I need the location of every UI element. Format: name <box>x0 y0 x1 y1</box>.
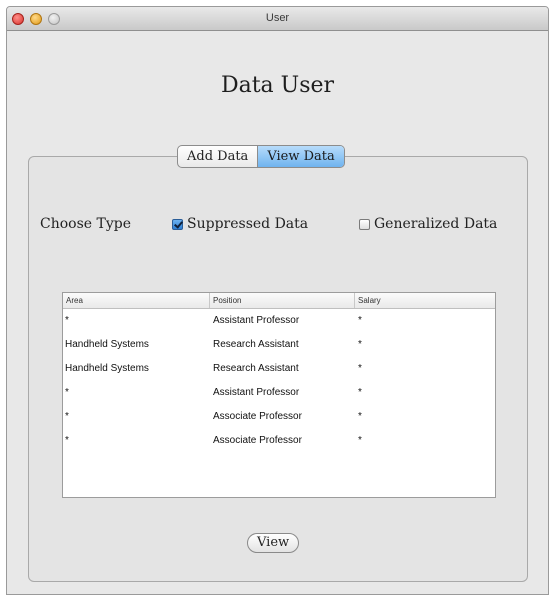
title-bar[interactable]: User <box>7 7 548 31</box>
cell-position: Assistant Professor <box>213 315 300 326</box>
cell-salary: * <box>358 435 362 446</box>
cell-area: * <box>65 435 69 446</box>
column-header-area[interactable]: Area <box>63 293 210 308</box>
table-row[interactable]: * Assistant Professor * <box>63 309 495 333</box>
generalized-data-checkbox[interactable] <box>359 218 370 230</box>
cell-salary: * <box>358 339 362 350</box>
cell-position: Associate Professor <box>213 411 302 422</box>
page-title: Data User <box>220 73 335 98</box>
cell-position: Research Assistant <box>213 363 299 374</box>
column-header-position[interactable]: Position <box>210 293 355 308</box>
column-header-salary[interactable]: Salary <box>355 293 495 308</box>
window-title: User <box>265 12 290 24</box>
cell-salary: * <box>358 411 362 422</box>
cell-position: Research Assistant <box>213 339 299 350</box>
generalized-data-label[interactable]: Generalized Data <box>374 216 497 232</box>
cell-position: Assistant Professor <box>213 387 300 398</box>
cell-area: * <box>65 315 69 326</box>
table-row[interactable]: * Assistant Professor * <box>63 381 495 405</box>
tab-view-data[interactable]: View Data <box>258 146 344 167</box>
cell-area: * <box>65 411 69 422</box>
cell-salary: * <box>358 315 362 326</box>
table-header: Area Position Salary <box>63 293 495 309</box>
tab-add-data[interactable]: Add Data <box>178 146 259 167</box>
table-row[interactable]: Handheld Systems Research Assistant * <box>63 357 495 381</box>
cell-area: Handheld Systems <box>65 339 149 350</box>
data-table[interactable]: Area Position Salary * Assistant Profess… <box>62 292 496 498</box>
suppressed-data-checkbox[interactable] <box>172 218 183 230</box>
cell-area: Handheld Systems <box>65 363 149 374</box>
generalized-data-option[interactable]: Generalized Data <box>359 216 497 232</box>
cell-position: Associate Professor <box>213 435 302 446</box>
tab-bar: Add Data View Data <box>177 145 345 168</box>
cell-salary: * <box>358 363 362 374</box>
cell-salary: * <box>358 387 362 398</box>
suppressed-data-label[interactable]: Suppressed Data <box>187 216 308 232</box>
table-row[interactable]: * Associate Professor * <box>63 405 495 429</box>
table-row[interactable]: * Associate Professor * <box>63 429 495 453</box>
view-button[interactable]: View <box>247 533 300 553</box>
cell-area: * <box>65 387 69 398</box>
user-window: User Data User Add Data View Data Choose… <box>6 6 549 595</box>
choose-type-label: Choose Type <box>40 216 131 232</box>
suppressed-data-option[interactable]: Suppressed Data <box>172 216 308 232</box>
table-row[interactable]: Handheld Systems Research Assistant * <box>63 333 495 357</box>
